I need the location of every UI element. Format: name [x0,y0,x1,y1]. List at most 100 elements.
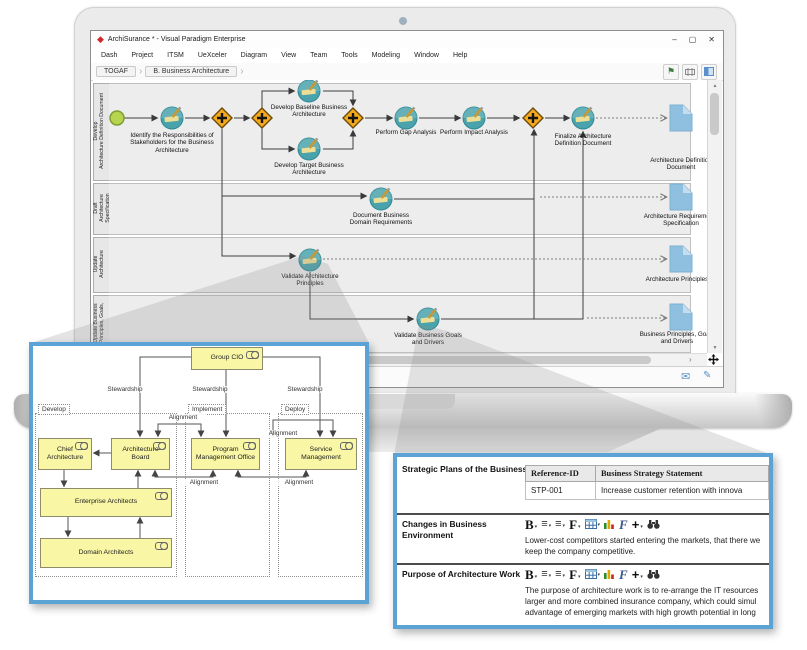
align-icon: ≡ [541,519,547,530]
org-box-label: Enterprise Architects [75,498,137,506]
menu-uexceler[interactable]: UeXceler [198,52,227,59]
publish-icon[interactable]: ⚑ [663,64,679,80]
task-identify-responsibilities[interactable] [161,107,183,129]
row-label-changes: Changes in Business Environment [402,519,487,540]
task-validate-principles[interactable] [299,249,321,271]
insert-field-button[interactable]: F [619,568,628,581]
minimize-button[interactable]: – [672,35,676,44]
close-button[interactable]: ✕ [708,35,715,44]
chevron-down-icon: ▾ [535,573,538,581]
breadcrumb-togaf[interactable]: TOGAF [96,66,136,77]
menu-view[interactable]: View [281,52,296,59]
task-finalize-add[interactable] [572,107,594,129]
table-cell-reference-id[interactable]: STP-001 [526,482,596,500]
menu-team[interactable]: Team [310,52,327,59]
insert-chart-button[interactable] [604,569,615,579]
field-glyph: F [619,568,628,581]
org-box-enterprise-architects[interactable]: Enterprise Architects [40,488,172,517]
menu-modeling[interactable]: Modeling [372,52,400,59]
plus-glyph: + [632,568,640,581]
group-label-deploy: Deploy [281,404,309,415]
edit-icon[interactable]: ✎ [703,370,711,381]
gateway-parallel-4[interactable] [523,108,543,128]
breadcrumb-business-architecture[interactable]: B. Business Architecture [145,66,237,77]
chevron-down-icon: ▾ [578,523,581,531]
doc-architecture-principles[interactable] [670,246,692,272]
list-icon: ≡ [555,519,561,530]
vertical-scrollbar[interactable]: ▲ ▼ [707,80,722,353]
list-button[interactable]: ≡▾ [555,569,565,580]
start-event[interactable] [110,111,124,125]
task-label: Validate Architecture Principles [270,273,350,288]
search-button[interactable] [647,520,660,529]
row-label-strategic-plans: Strategic Plans of the Business [402,464,527,475]
format-toolbar: B▾ ≡▾ ≡▾ F▾ ▾ F +▾ [525,516,660,532]
task-impact-analysis[interactable] [463,107,485,129]
maximize-button[interactable]: ▢ [689,35,697,44]
insert-chart-button[interactable] [604,519,615,529]
doc-requirements-specification[interactable] [670,184,692,210]
org-box-service-management[interactable]: Service Management [285,438,357,470]
bold-button[interactable]: B▾ [525,518,537,531]
table-cell-strategy-statement[interactable]: Increase customer retention with innova [595,482,768,500]
doc-principles-goals-drivers[interactable] [670,304,692,330]
org-box-program-management-office[interactable]: Program Management Office [191,438,260,470]
chevron-down-icon: ▾ [549,522,552,530]
scroll-right-icon[interactable]: › [689,354,692,366]
align-button[interactable]: ≡▾ [541,569,551,580]
chevron-down-icon: ▾ [563,522,566,530]
org-box-architecture-board[interactable]: Architecture Board [111,438,170,470]
chart-icon [604,569,615,579]
org-box-chief-architecture[interactable]: Chief Architecture [38,438,92,470]
doc-architecture-definition[interactable] [670,105,692,131]
add-button[interactable]: +▾ [632,568,643,581]
changes-text[interactable]: Lower-cost competitors started entering … [525,535,765,557]
menu-project[interactable]: Project [131,52,153,59]
org-box-domain-architects[interactable]: Domain Architects [40,538,172,568]
scroll-down-icon[interactable]: ▼ [708,345,722,351]
font-button[interactable]: F▾ [569,568,580,581]
task-gap-analysis[interactable] [395,107,417,129]
search-button[interactable] [647,570,660,579]
task-develop-target[interactable] [298,138,320,160]
menu-help[interactable]: Help [453,52,467,59]
font-button[interactable]: F▾ [569,518,580,531]
doc-label: Business Principles, Goals and Drivers [631,331,707,346]
org-box-label: Domain Architects [79,549,134,557]
purpose-text[interactable]: The purpose of architecture work is to r… [525,585,765,618]
bold-button[interactable]: B▾ [525,568,537,581]
fit-diagram-icon[interactable] [682,64,698,80]
gateway-parallel-1[interactable] [212,108,232,128]
menu-tools[interactable]: Tools [341,52,357,59]
chevron-right-icon: › [139,66,142,77]
insert-table-button[interactable]: ▾ [585,569,601,579]
menu-dash[interactable]: Dash [101,52,117,59]
document-composer-panel: Strategic Plans of the Business Referenc… [393,453,773,629]
vertical-scroll-thumb[interactable] [710,93,719,135]
menu-window[interactable]: Window [414,52,439,59]
add-button[interactable]: +▾ [632,518,643,531]
task-develop-baseline[interactable] [298,80,320,102]
row-divider [397,513,769,515]
edge-label-alignment: Alignment [260,430,306,437]
org-box-group-cio[interactable]: Group CIO [191,347,263,370]
align-button[interactable]: ≡▾ [541,519,551,530]
chevron-down-icon: ▾ [598,571,601,579]
list-button[interactable]: ≡▾ [555,519,565,530]
task-document-requirements[interactable] [370,188,392,210]
insert-field-button[interactable]: F [619,518,628,531]
layout-panel-icon[interactable] [701,64,717,80]
insert-table-button[interactable]: ▾ [585,519,601,529]
table-icon [585,519,597,529]
font-glyph: F [569,518,577,531]
menu-diagram[interactable]: Diagram [241,52,267,59]
diagram-canvas[interactable]: Develop Architecture Definition Document… [93,80,707,353]
business-role-icon [243,442,256,450]
org-box-label: Group CIO [211,354,244,362]
task-validate-goals[interactable] [417,308,439,330]
chevron-down-icon: ▾ [535,523,538,531]
plus-glyph: + [632,518,640,531]
message-icon[interactable]: ✉ [681,370,690,383]
menu-itsm[interactable]: ITSM [167,52,184,59]
scroll-up-icon[interactable]: ▲ [708,80,722,89]
